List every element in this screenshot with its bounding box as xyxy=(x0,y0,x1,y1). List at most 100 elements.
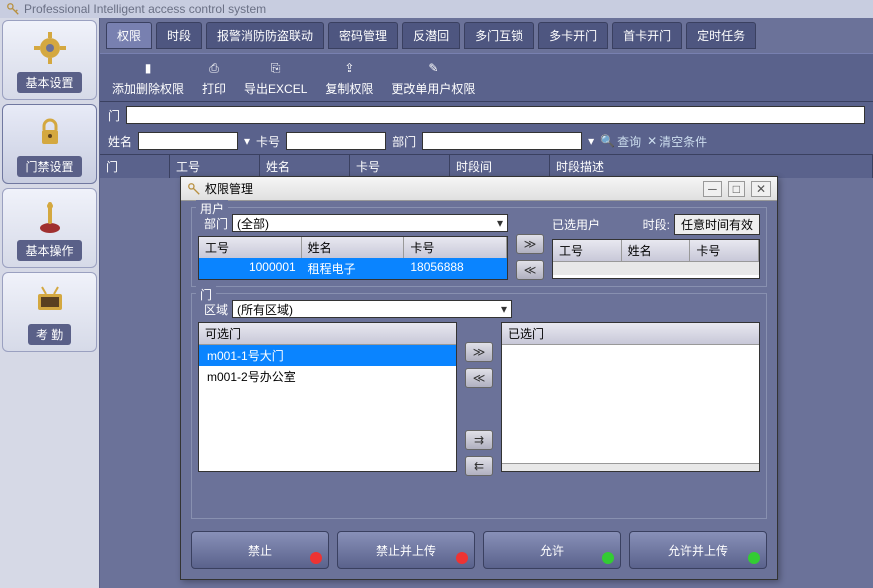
nav-basic-settings[interactable]: 基本设置 xyxy=(2,20,97,100)
add-all-doors-button[interactable]: ⇉ xyxy=(465,430,493,450)
available-users-table: 工号 姓名 卡号 1000001 租程电子 18056888 xyxy=(198,236,508,280)
tab-permission[interactable]: 权限 xyxy=(106,22,152,49)
user-row[interactable]: 1000001 租程电子 18056888 xyxy=(199,258,507,279)
dialog-title: 权限管理 xyxy=(205,180,253,197)
dept-label: 部门 xyxy=(392,133,416,150)
time-label: 时段: xyxy=(643,216,670,233)
keycard-icon: ▮ xyxy=(138,58,158,78)
col-period: 时段间 xyxy=(450,155,550,178)
app-titlebar: Professional Intelligent access control … xyxy=(0,0,873,18)
col-door: 门 xyxy=(100,155,170,178)
card-input[interactable] xyxy=(286,132,386,150)
tab-firstcard[interactable]: 首卡开门 xyxy=(612,22,682,49)
nav-label: 门禁设置 xyxy=(17,156,81,177)
grid-header: 门 工号 姓名 卡号 时段间 时段描述 xyxy=(100,154,873,178)
tool-add-remove[interactable]: ▮添加删除权限 xyxy=(108,58,188,97)
name-label: 姓名 xyxy=(108,133,132,150)
excel-icon: ⎘ xyxy=(266,58,286,78)
area-dropdown[interactable]: (所有区域) xyxy=(232,300,512,318)
filter-row-1: 门 xyxy=(100,102,873,128)
copy-icon: ⇪ xyxy=(339,58,359,78)
time-value[interactable]: 任意时间有效 xyxy=(674,214,760,235)
allow-button[interactable]: 允许 xyxy=(483,531,621,569)
scrollbar[interactable] xyxy=(502,463,759,472)
remove-door-button[interactable]: ≪ xyxy=(465,368,493,388)
tab-multicard[interactable]: 多卡开门 xyxy=(538,22,608,49)
selected-doors-list: 已选门 xyxy=(501,322,760,472)
printer-icon: ⎙ xyxy=(204,58,224,78)
col-emp: 工号 xyxy=(170,155,260,178)
allow-icon xyxy=(602,552,614,564)
nav-label: 基本操作 xyxy=(17,240,81,261)
tool-modify-single[interactable]: ✎更改单用户权限 xyxy=(387,58,479,97)
tool-export[interactable]: ⎘导出EXCEL xyxy=(240,58,311,97)
selected-doors-head: 已选门 xyxy=(502,323,759,345)
tool-print[interactable]: ⎙打印 xyxy=(198,58,230,97)
clear-icon: ✕ xyxy=(647,134,657,148)
tab-schedule[interactable]: 定时任务 xyxy=(686,22,756,49)
nav-access-settings[interactable]: 门禁设置 xyxy=(2,104,97,184)
filter-row-2: 姓名 ▾ 卡号 部门 ▾ 🔍查询 ✕清空条件 xyxy=(100,128,873,154)
close-button[interactable]: ✕ xyxy=(751,181,771,197)
nav-basic-operation[interactable]: 基本操作 xyxy=(2,188,97,268)
nav-label: 基本设置 xyxy=(17,72,81,93)
dept-dropdown[interactable]: (全部) xyxy=(232,214,508,232)
dept-dropdown[interactable] xyxy=(422,132,582,150)
toolbar: ▮添加删除权限 ⎙打印 ⎘导出EXCEL ⇪复制权限 ✎更改单用户权限 xyxy=(100,53,873,102)
door-dropdown[interactable] xyxy=(126,106,865,124)
minimize-button[interactable]: ─ xyxy=(703,181,722,197)
col-card: 卡号 xyxy=(350,155,450,178)
card-label: 卡号 xyxy=(256,133,280,150)
tab-bar: 权限 时段 报警消防防盗联动 密码管理 反潜回 多门互锁 多卡开门 首卡开门 定… xyxy=(100,18,873,53)
user-edit-icon: ✎ xyxy=(423,58,443,78)
gear-icon xyxy=(30,28,70,68)
door-item[interactable]: m001-2号办公室 xyxy=(199,366,456,387)
col-name: 姓名 xyxy=(302,237,405,258)
selected-users-table: 工号 姓名 卡号 xyxy=(552,239,760,279)
remove-user-button[interactable]: ≪ xyxy=(516,260,544,280)
add-user-button[interactable]: ≫ xyxy=(516,234,544,254)
dialog-buttons: 禁止 禁止并上传 允许 允许并上传 xyxy=(181,525,777,579)
search-icon: 🔍 xyxy=(600,134,615,148)
search-button[interactable]: 🔍查询 xyxy=(600,133,641,150)
tab-antipass[interactable]: 反潜回 xyxy=(402,22,460,49)
deny-icon xyxy=(310,552,322,564)
app-title: Professional Intelligent access control … xyxy=(24,2,266,16)
tab-period[interactable]: 时段 xyxy=(156,22,202,49)
remove-all-doors-button[interactable]: ⇇ xyxy=(465,456,493,476)
allow-icon xyxy=(748,552,760,564)
nav-label: 考 勤 xyxy=(28,324,71,345)
door-fieldset: 门 区域 (所有区域) 可选门 m001-1号大门 m001-2号办公室 ≫ ≪ xyxy=(191,293,767,519)
user-legend: 用户 xyxy=(196,200,228,217)
lock-icon xyxy=(30,112,70,152)
deny-button[interactable]: 禁止 xyxy=(191,531,329,569)
col-emp: 工号 xyxy=(199,237,302,258)
tool-copy[interactable]: ⇪复制权限 xyxy=(321,58,377,97)
maximize-button[interactable]: □ xyxy=(728,181,745,197)
permission-dialog: 权限管理 ─ □ ✕ 用户 部门 (全部) xyxy=(180,176,778,580)
available-doors-head: 可选门 xyxy=(199,323,456,345)
tab-alarm[interactable]: 报警消防防盗联动 xyxy=(206,22,324,49)
area-label: 区域 xyxy=(198,301,228,318)
deny-icon xyxy=(456,552,468,564)
door-item[interactable]: m001-1号大门 xyxy=(199,345,456,366)
col-name: 姓名 xyxy=(260,155,350,178)
hand-icon xyxy=(30,196,70,236)
deny-upload-button[interactable]: 禁止并上传 xyxy=(337,531,475,569)
user-fieldset: 用户 部门 (全部) 工号 姓名 卡号 xyxy=(191,207,767,287)
scrollbar[interactable] xyxy=(553,261,759,275)
selected-users-label: 已选用户 xyxy=(552,216,600,233)
available-doors-list: 可选门 m001-1号大门 m001-2号办公室 xyxy=(198,322,457,472)
tab-interlock[interactable]: 多门互锁 xyxy=(464,22,534,49)
col-emp: 工号 xyxy=(553,240,622,261)
allow-upload-button[interactable]: 允许并上传 xyxy=(629,531,767,569)
add-door-button[interactable]: ≫ xyxy=(465,342,493,362)
dept-label: 部门 xyxy=(198,215,228,232)
name-input[interactable] xyxy=(138,132,238,150)
key-icon xyxy=(187,182,201,196)
nav-attendance[interactable]: 考 勤 xyxy=(2,272,97,352)
dialog-titlebar[interactable]: 权限管理 ─ □ ✕ xyxy=(181,177,777,201)
col-card: 卡号 xyxy=(690,240,759,261)
tab-password[interactable]: 密码管理 xyxy=(328,22,398,49)
clear-button[interactable]: ✕清空条件 xyxy=(647,133,707,150)
